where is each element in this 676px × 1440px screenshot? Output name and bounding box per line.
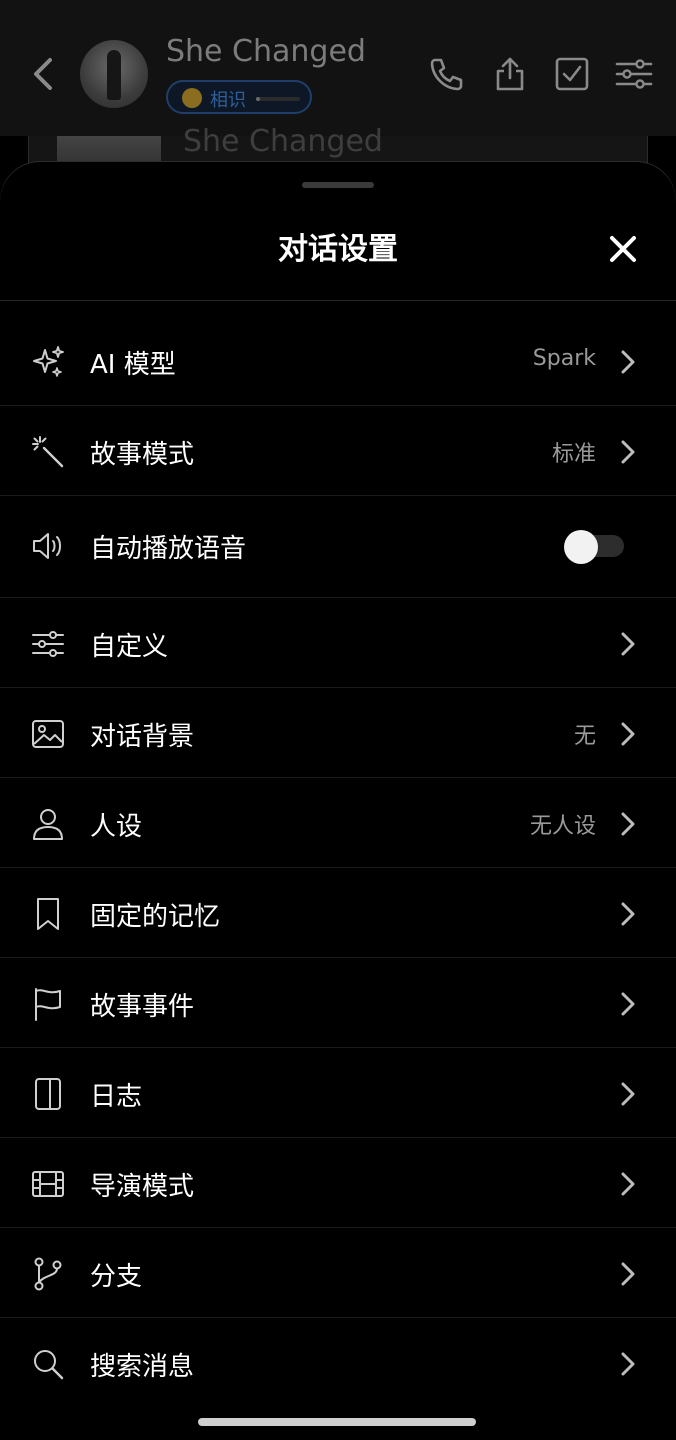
row-value: Spark xyxy=(532,346,596,371)
row-label: AI 模型 xyxy=(90,350,176,380)
row-label: 日志 xyxy=(90,1082,143,1112)
toggle-knob xyxy=(564,530,598,564)
row-label: 搜索消息 xyxy=(90,1352,195,1382)
checkbox-icon[interactable] xyxy=(552,54,592,94)
chevron-right-icon xyxy=(621,1262,635,1286)
home-indicator[interactable] xyxy=(198,1418,476,1426)
relation-progress-fill xyxy=(256,97,261,101)
bookmark-icon xyxy=(30,896,66,932)
settings-row-search-messages[interactable]: 搜索消息 xyxy=(0,1318,676,1408)
chevron-right-icon xyxy=(621,1352,635,1376)
sliders-icon xyxy=(30,626,66,662)
sparkles-icon xyxy=(30,344,66,380)
title-divider xyxy=(0,300,676,301)
row-label: 故事事件 xyxy=(90,992,195,1022)
row-label: 自定义 xyxy=(90,632,169,662)
avatar[interactable] xyxy=(80,40,148,108)
relation-label: 相识 xyxy=(210,90,246,111)
autoplay-voice-toggle[interactable] xyxy=(564,530,624,564)
share-icon[interactable] xyxy=(490,54,530,94)
row-label: 分支 xyxy=(90,1262,143,1292)
speaker-icon xyxy=(30,528,66,564)
chevron-right-icon xyxy=(621,812,635,836)
journal-icon xyxy=(30,1076,66,1112)
row-label: 自动播放语音 xyxy=(90,534,247,564)
settings-row-persona[interactable]: 人设 无人设 xyxy=(0,778,676,868)
settings-row-journal[interactable]: 日志 xyxy=(0,1048,676,1138)
image-icon xyxy=(30,716,66,752)
row-label: 故事模式 xyxy=(90,440,195,470)
row-label: 固定的记忆 xyxy=(90,902,221,932)
settings-row-customize[interactable]: 自定义 xyxy=(0,598,676,688)
chevron-right-icon xyxy=(621,1082,635,1106)
chevron-right-icon xyxy=(621,440,635,464)
settings-row-pinned-memory[interactable]: 固定的记忆 xyxy=(0,868,676,958)
row-value: 无人设 xyxy=(529,814,596,839)
chevron-right-icon xyxy=(621,722,635,746)
phone-icon[interactable] xyxy=(426,54,466,94)
settings-row-director-mode[interactable]: 导演模式 xyxy=(0,1138,676,1228)
row-label: 导演模式 xyxy=(90,1172,195,1202)
sheet-title: 对话设置 xyxy=(278,232,398,267)
search-icon xyxy=(30,1346,66,1382)
person-icon xyxy=(30,806,66,842)
chevron-right-icon xyxy=(621,992,635,1016)
flag-icon xyxy=(30,986,66,1022)
row-label: 对话背景 xyxy=(90,722,195,752)
drag-handle[interactable] xyxy=(302,182,374,188)
settings-row-ai-model[interactable]: AI 模型 Spark xyxy=(0,316,676,406)
chevron-right-icon xyxy=(621,632,635,656)
row-value: 标准 xyxy=(551,442,596,467)
settings-row-autoplay-voice[interactable]: 自动播放语音 xyxy=(0,496,676,598)
settings-row-branch[interactable]: 分支 xyxy=(0,1228,676,1318)
chat-title: She Changed xyxy=(166,34,366,69)
close-icon[interactable] xyxy=(604,230,642,268)
sliders-icon[interactable] xyxy=(614,54,654,94)
settings-row-story-mode[interactable]: 故事模式 标准 xyxy=(0,406,676,496)
relation-progress-bar xyxy=(256,97,300,101)
settings-row-story-events[interactable]: 故事事件 xyxy=(0,958,676,1048)
row-value: 无 xyxy=(573,724,596,749)
chat-header: She Changed 相识 xyxy=(0,0,676,136)
relation-badge[interactable]: 相识 xyxy=(166,80,312,114)
magic-wand-icon xyxy=(30,434,66,470)
film-icon xyxy=(30,1166,66,1202)
branch-icon xyxy=(30,1256,66,1292)
settings-row-chat-background[interactable]: 对话背景 无 xyxy=(0,688,676,778)
row-label: 人设 xyxy=(90,812,143,842)
chevron-right-icon xyxy=(621,902,635,926)
chevron-right-icon xyxy=(621,350,635,374)
settings-sheet: 对话设置 AI 模型 Spark 故事模式 标准 自动播放语音 自定义 对话背景… xyxy=(0,162,676,1440)
avatar-figure xyxy=(107,50,121,100)
background-card-title: She Changed xyxy=(183,124,383,159)
chevron-right-icon xyxy=(621,1172,635,1196)
smiley-icon xyxy=(182,88,202,108)
back-icon[interactable] xyxy=(26,52,62,96)
